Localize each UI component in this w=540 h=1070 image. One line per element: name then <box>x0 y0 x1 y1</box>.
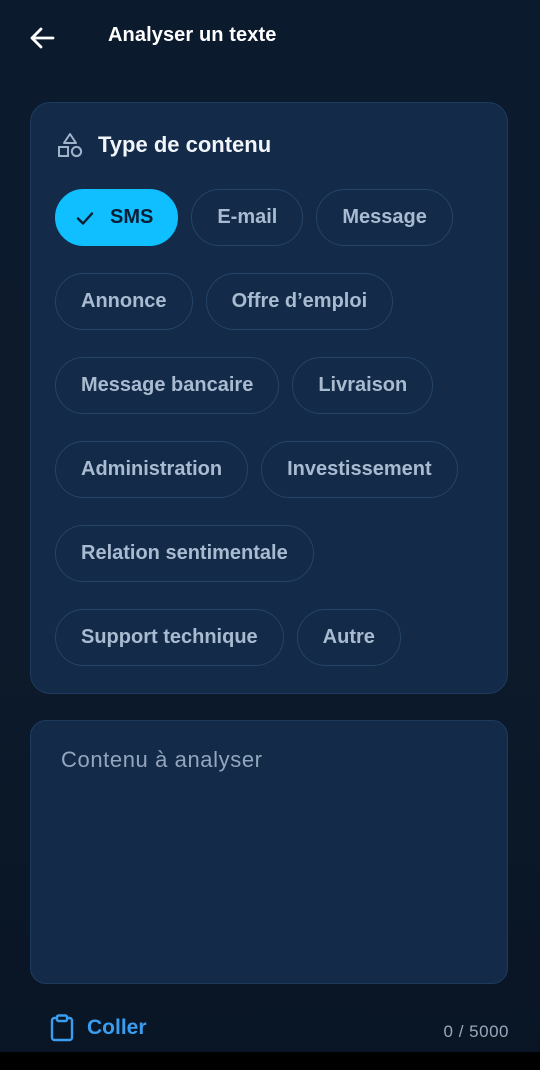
chip-label: Autre <box>322 626 375 648</box>
shapes-icon <box>56 131 84 159</box>
chip-label: Livraison <box>318 374 408 396</box>
content-type-chip[interactable]: SMS <box>55 189 179 246</box>
chip-label: Message <box>342 206 427 228</box>
character-count: 0 / 5000 <box>443 1022 509 1041</box>
content-type-chip[interactable]: Livraison <box>292 357 434 414</box>
page-title: Analyser un texte <box>108 24 277 46</box>
chip-label: E-mail <box>217 206 278 228</box>
app-bar: Analyser un texte <box>0 0 540 74</box>
content-type-chip[interactable]: Support technique <box>55 609 284 666</box>
content-type-chip[interactable]: Investissement <box>261 441 458 498</box>
content-input[interactable] <box>31 721 507 983</box>
chip-row: SMS E-mail Message <box>55 189 495 246</box>
chip-label: Offre d’emploi <box>231 290 368 312</box>
content-type-chip[interactable]: Message bancaire <box>55 357 280 414</box>
paste-button[interactable]: Coller <box>48 1014 147 1042</box>
content-type-header: Type de contenu <box>56 131 271 159</box>
content-type-chip[interactable]: Annonce <box>55 273 193 330</box>
chip-label: SMS <box>110 206 154 228</box>
chip-label: Administration <box>81 458 223 480</box>
content-type-chip[interactable]: Relation sentimentale <box>55 525 314 582</box>
chip-row: Administration Investissement <box>55 441 495 498</box>
chip-label: Support technique <box>81 626 258 648</box>
clipboard-icon <box>48 1014 76 1042</box>
chip-label: Investissement <box>287 458 432 480</box>
content-textarea-container <box>30 720 508 984</box>
content-type-card: Type de contenu SMS E-mail Message Annonce O… <box>30 102 508 694</box>
content-type-chip[interactable]: Autre <box>296 609 401 666</box>
paste-label: Coller <box>87 1016 147 1039</box>
chip-label: Message bancaire <box>81 374 254 396</box>
content-type-chip[interactable]: Message <box>316 189 453 246</box>
check-icon <box>74 207 96 229</box>
content-type-chip[interactable]: E-mail <box>191 189 304 246</box>
content-type-chip[interactable]: Offre d’emploi <box>205 273 394 330</box>
content-type-chip[interactable]: Administration <box>55 441 249 498</box>
content-type-title: Type de contenu <box>98 132 272 157</box>
content-type-chips: SMS E-mail Message Annonce Offre d’emploi Mes… <box>55 189 495 693</box>
chip-label: Relation sentimentale <box>81 542 288 564</box>
chip-row: Message bancaire Livraison <box>55 357 495 414</box>
arrow-left-icon <box>30 27 55 49</box>
back-button[interactable] <box>24 20 60 56</box>
chip-label: Annonce <box>81 290 167 312</box>
chip-row: Support technique Autre <box>55 609 495 666</box>
system-navigation-bar <box>0 1052 540 1070</box>
chip-row: Relation sentimentale <box>55 525 495 582</box>
chip-row: Annonce Offre d’emploi <box>55 273 495 330</box>
